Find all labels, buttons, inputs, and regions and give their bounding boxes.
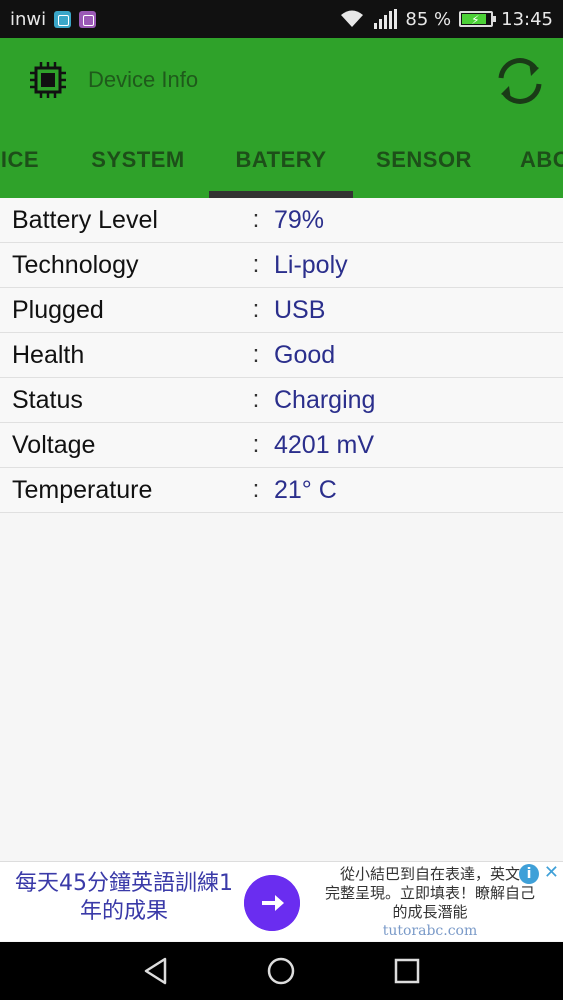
row-separator: : bbox=[252, 386, 260, 413]
ad-headline[interactable]: 每天45分鐘英語訓練1 年的成果 bbox=[4, 870, 244, 926]
row-value: 21° C bbox=[274, 475, 337, 504]
refresh-icon[interactable] bbox=[493, 54, 547, 108]
row-value: 79% bbox=[274, 205, 325, 234]
tab-label: SENSOR bbox=[376, 147, 472, 172]
chip-icon bbox=[30, 62, 66, 98]
ad-url: tutorabc.com bbox=[382, 923, 478, 939]
signal-icon bbox=[374, 9, 398, 29]
row-label: Voltage bbox=[12, 430, 96, 459]
row-separator: : bbox=[252, 341, 260, 368]
home-icon[interactable] bbox=[266, 956, 296, 986]
tab-device[interactable]: ICE bbox=[0, 122, 44, 198]
info-row-plugged: Plugged : USB bbox=[0, 288, 563, 333]
tab-label: BATERY bbox=[235, 147, 327, 172]
battery-percent: 85 % bbox=[405, 8, 452, 30]
row-value: USB bbox=[274, 295, 326, 324]
row-separator: : bbox=[252, 206, 260, 233]
arrow-right-icon[interactable] bbox=[244, 875, 300, 931]
tab-label: ICE bbox=[0, 147, 40, 172]
row-value: Li-poly bbox=[274, 250, 348, 279]
row-separator: : bbox=[252, 296, 260, 323]
ad-close-icon[interactable]: ✕ bbox=[544, 862, 559, 883]
app-title: Device Info bbox=[88, 67, 199, 92]
info-row-temperature: Temperature : 21° C bbox=[0, 468, 563, 513]
wifi-icon bbox=[341, 10, 364, 27]
tab-battery[interactable]: BATERY bbox=[209, 122, 353, 198]
battery-charging-icon: ⚡ bbox=[459, 11, 497, 27]
tab-sensor[interactable]: SENSOR bbox=[356, 122, 492, 198]
row-label: Status bbox=[12, 385, 83, 414]
ad-headline-line: 每天45分鐘英語訓練1 bbox=[15, 871, 233, 896]
row-label: Health bbox=[12, 340, 85, 369]
tab-system[interactable]: SYSTEM bbox=[70, 122, 206, 198]
navigation-bar bbox=[0, 942, 563, 1000]
status-bar: inwi 85 % ⚡ 13:45 bbox=[0, 0, 563, 38]
row-label: Plugged bbox=[12, 295, 104, 324]
tab-label: ABO bbox=[520, 147, 563, 172]
row-separator: : bbox=[252, 431, 260, 458]
tab-about[interactable]: ABO bbox=[520, 122, 563, 198]
row-label: Technology bbox=[12, 250, 139, 279]
battery-info-list: Battery Level : 79% Technology : Li-poly… bbox=[0, 198, 563, 513]
row-value: Charging bbox=[274, 385, 376, 414]
row-value: Good bbox=[274, 340, 336, 369]
row-value: 4201 mV bbox=[274, 430, 375, 459]
row-label: Battery Level bbox=[12, 205, 158, 234]
info-row-technology: Technology : Li-poly bbox=[0, 243, 563, 288]
ad-headline-line: 年的成果 bbox=[79, 899, 168, 924]
row-separator: : bbox=[252, 476, 260, 503]
gallery-icon bbox=[79, 10, 97, 28]
back-icon[interactable] bbox=[141, 956, 171, 986]
recents-icon[interactable] bbox=[392, 956, 422, 986]
clock: 13:45 bbox=[501, 8, 553, 30]
ad-banner[interactable]: 每天45分鐘英語訓練1 年的成果 從小結巴到自在表達，英文 完整呈現。立即填表！… bbox=[0, 861, 563, 941]
row-label: Temperature bbox=[12, 475, 153, 504]
info-row-battery-level: Battery Level : 79% bbox=[0, 198, 563, 243]
carrier-name: inwi bbox=[10, 8, 47, 30]
row-separator: : bbox=[252, 251, 260, 278]
ad-body-line: 的成長潛能 bbox=[392, 903, 468, 921]
info-row-health: Health : Good bbox=[0, 333, 563, 378]
app-bar: Device Info ICE SYSTEM BATERY SENSOR ABO bbox=[0, 38, 563, 198]
info-row-voltage: Voltage : 4201 mV bbox=[0, 423, 563, 468]
tab-label: SYSTEM bbox=[91, 147, 185, 172]
android-icon bbox=[54, 10, 72, 28]
info-row-status: Status : Charging bbox=[0, 378, 563, 423]
tab-bar: ICE SYSTEM BATERY SENSOR ABO bbox=[0, 122, 563, 198]
ad-info-icon[interactable]: i bbox=[519, 864, 539, 884]
ad-body-line: 完整呈現。立即填表！瞭解自己 bbox=[324, 884, 535, 902]
